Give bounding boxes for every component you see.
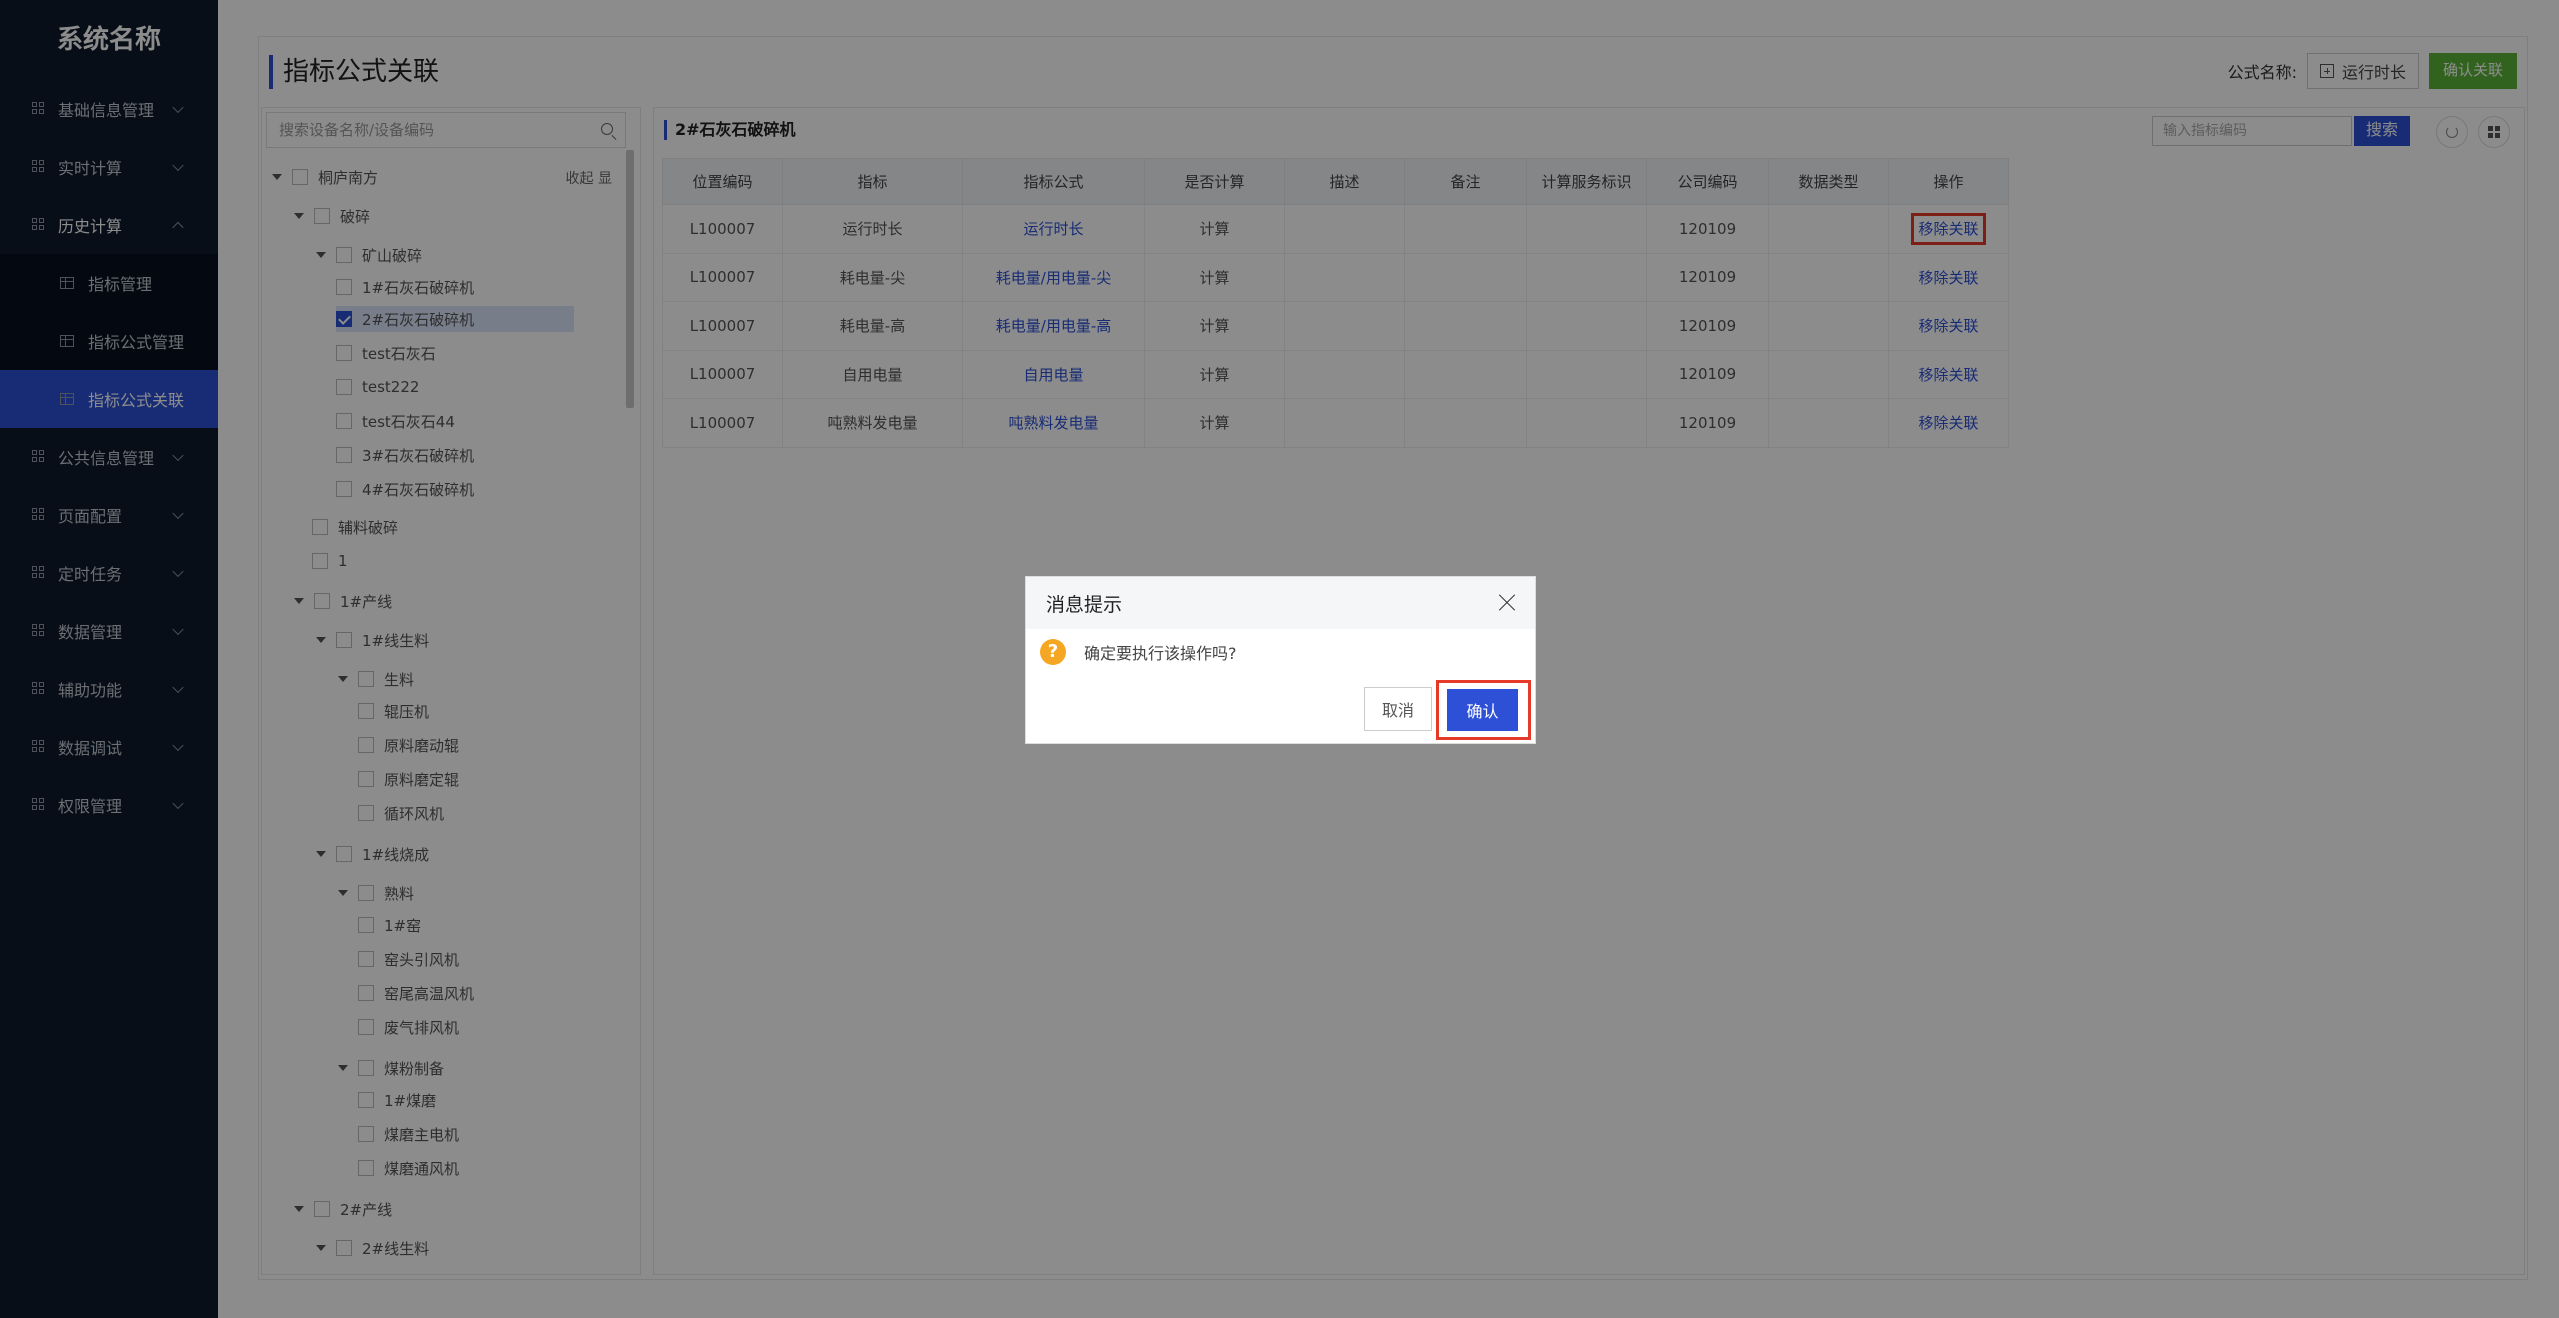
confirm-button[interactable]: 确认 [1447, 689, 1518, 731]
dialog-header: 消息提示 [1026, 577, 1535, 629]
dialog-message: 确定要执行该操作吗? [1084, 644, 1237, 663]
cancel-button[interactable]: 取消 [1364, 687, 1432, 731]
confirm-highlight: 确认 [1436, 680, 1531, 740]
confirm-dialog: 消息提示 ? 确定要执行该操作吗? 取消 确认 [1025, 576, 1536, 744]
dialog-body: ? 确定要执行该操作吗? [1026, 629, 1535, 665]
dialog-title: 消息提示 [1046, 593, 1123, 616]
close-icon[interactable] [1497, 593, 1517, 613]
question-icon: ? [1040, 639, 1066, 665]
